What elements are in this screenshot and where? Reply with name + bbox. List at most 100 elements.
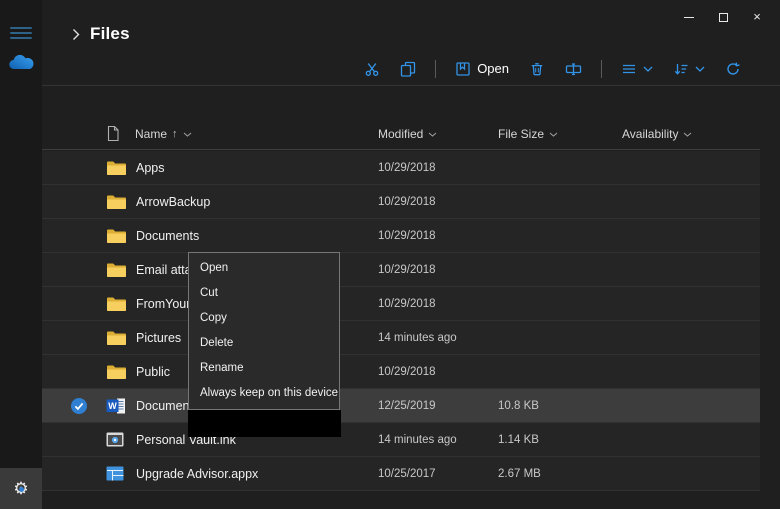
blacked-out-menu-item [188, 410, 341, 437]
file-name: Documents [136, 229, 200, 243]
list-lines-icon [623, 64, 635, 73]
file-name: Upgrade Advisor.appx [136, 467, 259, 481]
file-size: 2.67 MB [498, 468, 541, 480]
table-row[interactable]: W Documen 12/25/2019 10.8 KB [42, 389, 760, 423]
context-menu-item[interactable]: Delete [189, 331, 339, 356]
column-label-file-size: File Size [498, 127, 545, 141]
hamburger-menu-icon[interactable] [10, 24, 32, 40]
svg-text:W: W [108, 401, 117, 411]
file-modified: 10/29/2018 [378, 230, 436, 242]
breadcrumb: Files [72, 24, 130, 44]
table-row[interactable]: Email atta 10/29/2018 [42, 253, 760, 287]
column-header-modified[interactable]: Modified [378, 127, 437, 141]
column-header-name[interactable]: Name ↑ [135, 127, 192, 141]
toolbar-divider [601, 59, 602, 78]
appx-package-icon [106, 466, 124, 481]
table-row[interactable]: Pictures 14 minutes ago [42, 321, 760, 355]
context-menu-item[interactable]: Open [189, 256, 339, 281]
file-modified: 10/25/2017 [378, 468, 436, 480]
copy-icon [401, 61, 416, 77]
folder-icon [107, 161, 126, 175]
table-row[interactable]: Upgrade Advisor.appx 10/25/2017 2.67 MB [42, 457, 760, 491]
column-header-row: Name ↑ Modified File Size Availability [42, 120, 760, 150]
chevron-down-icon [549, 132, 558, 137]
toolbar-divider [435, 59, 437, 78]
page-title: Files [90, 24, 130, 43]
table-row[interactable]: Personal Vault.lnk 14 minutes ago 1.14 K… [42, 423, 760, 457]
file-list: Apps 10/29/2018 ArrowBackup 10/29/2018 D… [42, 151, 760, 491]
refresh-button[interactable] [718, 57, 748, 81]
folder-icon [107, 297, 126, 311]
minimize-button[interactable] [672, 4, 706, 30]
file-modified: 10/29/2018 [378, 196, 436, 208]
minimize-icon [684, 17, 694, 19]
context-menu-item[interactable]: Always keep on this device [189, 381, 339, 406]
chevron-down-icon [183, 132, 191, 137]
close-button[interactable]: × [740, 4, 774, 30]
column-header-availability[interactable]: Availability [622, 127, 692, 141]
table-row[interactable]: FromYour 10/29/2018 [42, 287, 760, 321]
open-button-label: Open [477, 61, 509, 76]
table-row[interactable]: Apps 10/29/2018 [42, 151, 760, 185]
settings-gear-icon[interactable]: ⚙ [0, 468, 42, 509]
sort-icon [674, 63, 688, 75]
trash-icon [531, 62, 543, 75]
file-name: Public [136, 365, 171, 379]
folder-icon [107, 365, 126, 379]
file-modified: 10/29/2018 [378, 298, 436, 310]
chevron-down-icon [695, 66, 705, 72]
word-document-icon: W [106, 398, 125, 414]
context-menu-item[interactable]: Rename [189, 356, 339, 381]
file-name: Documen [136, 399, 190, 413]
sort-options-button[interactable] [666, 57, 712, 81]
file-name: Pictures [136, 331, 182, 345]
toolbar: Open [42, 52, 780, 86]
open-file-icon [456, 61, 470, 76]
table-row[interactable]: Public 10/29/2018 [42, 355, 760, 389]
onedrive-window: ⚙ Files × [0, 0, 780, 509]
maximize-button[interactable] [706, 4, 740, 30]
open-button[interactable]: Open [448, 57, 516, 81]
column-header-file-size[interactable]: File Size [498, 127, 558, 141]
file-modified: 10/29/2018 [378, 264, 436, 276]
chevron-right-icon [73, 28, 80, 40]
chevron-down-icon [429, 132, 437, 137]
context-menu-item[interactable]: Copy [189, 306, 339, 331]
file-size: 1.14 KB [498, 434, 539, 446]
file-modified: 12/25/2019 [378, 400, 436, 412]
rename-icon [565, 62, 582, 75]
column-label-modified: Modified [378, 127, 424, 141]
folder-icon [107, 263, 126, 277]
delete-button[interactable] [522, 57, 552, 81]
view-options-button[interactable] [614, 57, 660, 81]
maximize-icon [718, 13, 728, 23]
context-menu-item[interactable]: Cut [189, 281, 339, 306]
context-menu-list: Open Cut Copy Delete Rename Always keep … [189, 253, 339, 409]
file-modified: 14 minutes ago [378, 434, 457, 446]
titlebar: Files × [42, 0, 780, 52]
rename-button[interactable] [558, 57, 589, 81]
file-modified: 10/29/2018 [378, 366, 436, 378]
folder-icon [107, 229, 126, 243]
sidebar: ⚙ [0, 0, 42, 509]
column-label-availability: Availability [622, 127, 679, 141]
folder-icon [107, 195, 126, 209]
personal-vault-shortcut-icon [106, 432, 124, 447]
folder-icon [107, 331, 126, 345]
scissors-icon [365, 62, 379, 76]
copy-button[interactable] [393, 57, 423, 81]
refresh-icon [727, 62, 740, 75]
chevron-down-icon [643, 66, 653, 72]
file-name: FromYour [136, 297, 191, 311]
context-menu: Open Cut Copy Delete Rename Always keep … [188, 252, 340, 410]
cut-button[interactable] [357, 57, 387, 81]
file-name: Apps [136, 161, 165, 175]
file-modified: 14 minutes ago [378, 332, 457, 344]
file-size: 10.8 KB [498, 400, 539, 412]
table-row[interactable]: Documents 10/29/2018 [42, 219, 760, 253]
file-name: Email atta [136, 263, 192, 277]
selected-check-icon [71, 398, 87, 414]
table-row[interactable]: ArrowBackup 10/29/2018 [42, 185, 760, 219]
onedrive-cloud-icon[interactable] [8, 54, 34, 74]
file-name: ArrowBackup [136, 195, 211, 209]
